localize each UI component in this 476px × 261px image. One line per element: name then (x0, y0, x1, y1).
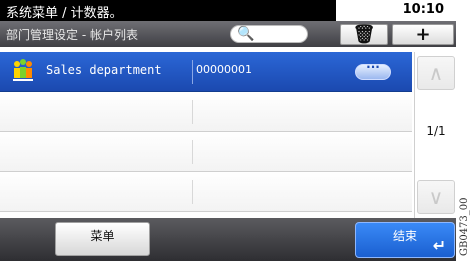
menu-label: 菜单 (90, 229, 115, 243)
trash-icon: 🗑 (352, 24, 376, 45)
column-divider (192, 140, 193, 164)
column-divider (192, 60, 193, 84)
system-title: 系统菜单 / 计数器。 (6, 6, 123, 21)
account-row[interactable] (0, 132, 412, 172)
search-icon: 🔍 (237, 26, 255, 42)
column-divider (192, 180, 193, 204)
figure-code: GB0473_00 (457, 176, 476, 256)
menu-button[interactable]: 菜单 (55, 222, 150, 256)
account-row[interactable] (0, 172, 412, 212)
clock: 10:10 (402, 2, 444, 17)
title-bar: 系统菜单 / 计数器。 10:10 (0, 0, 456, 21)
delete-button[interactable]: 🗑 (340, 24, 388, 45)
screen-subtitle: 部门管理设定 - 帐户列表 (6, 28, 138, 42)
detail-button[interactable]: ··· (355, 60, 391, 80)
search-button[interactable]: 🔍 (230, 25, 308, 43)
scroll-up-button[interactable]: ∧ (417, 56, 455, 90)
end-button[interactable]: 结束 ↵ (355, 222, 455, 258)
account-number: 00000001 (196, 63, 252, 76)
column-divider (192, 100, 193, 124)
plus-icon: + (415, 24, 431, 45)
chevron-up-icon: ∧ (428, 61, 444, 85)
account-row[interactable] (0, 92, 412, 132)
add-button[interactable]: + (392, 24, 454, 45)
account-name: Sales department (46, 63, 162, 77)
scroll-column: ∧ 1/1 ∨ (414, 52, 456, 218)
device-panel: 系统菜单 / 计数器。 10:10 部门管理设定 - 帐户列表 🔍 🗑 + Sa… (0, 0, 456, 261)
chevron-down-icon: ∨ (428, 185, 444, 209)
scroll-down-button[interactable]: ∨ (417, 180, 455, 214)
page-indicator: 1/1 (426, 124, 446, 138)
enter-icon: ↵ (432, 236, 446, 255)
figure-code-text: GB0473_00 (459, 197, 470, 256)
more-icon: ··· (366, 60, 380, 74)
group-icon (13, 59, 33, 81)
account-list: Sales department 00000001 ··· (0, 52, 412, 218)
account-row[interactable]: Sales department 00000001 ··· (0, 52, 412, 92)
